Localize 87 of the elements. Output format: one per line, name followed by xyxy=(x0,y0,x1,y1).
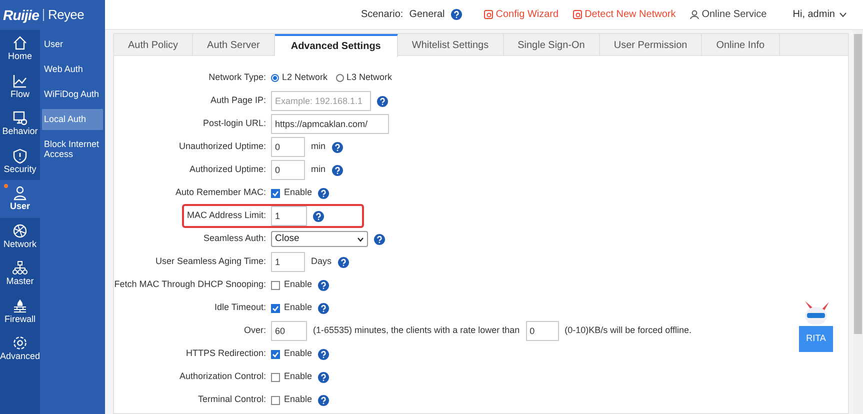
tab[interactable]: Auth Policy xyxy=(114,34,194,56)
field-label: MAC Address Limit: xyxy=(186,209,267,222)
input-field[interactable]: 1 xyxy=(271,206,307,226)
nav-item[interactable]: Network xyxy=(0,218,40,255)
chevron-down-icon xyxy=(839,12,847,18)
chevron-down-icon xyxy=(357,236,364,242)
brand-logo: Reyee xyxy=(48,6,84,24)
firewall-icon xyxy=(12,298,28,314)
unit-label: min xyxy=(311,163,326,176)
field-label: Authorized Uptime: xyxy=(188,163,267,176)
unit-label: min xyxy=(311,140,326,154)
field-label: User Seamless Aging Time: xyxy=(154,255,267,268)
field-label: Unauthorized Uptime: xyxy=(178,140,267,154)
brand-logo: Ruijie xyxy=(3,6,40,25)
alert-icon xyxy=(484,10,493,19)
input-field[interactable]: 1 xyxy=(271,252,305,272)
input-field[interactable]: https://apmcaklan.com/ xyxy=(271,114,389,134)
field-label: Seamless Auth: xyxy=(202,232,267,246)
checkbox[interactable] xyxy=(271,350,280,358)
tab[interactable]: Online Info xyxy=(702,34,780,56)
submenu-item[interactable]: User xyxy=(42,34,103,55)
checkbox-label: Enable xyxy=(284,278,312,292)
checkbox[interactable] xyxy=(271,396,280,404)
header-link[interactable]: Config Wizard xyxy=(484,7,559,22)
input-field[interactable]: 60 xyxy=(271,321,307,341)
nav-item[interactable]: Flow xyxy=(0,68,40,105)
unit-label: Days xyxy=(311,255,332,268)
checkbox-label: Enable xyxy=(284,393,312,406)
line-chart-icon xyxy=(12,72,28,89)
radio-option[interactable]: L2 Network xyxy=(271,71,328,85)
nav-item[interactable]: Behavior xyxy=(0,105,40,142)
checkbox-label: Enable xyxy=(284,347,312,360)
settings-icon xyxy=(12,335,28,352)
field-label: Idle Timeout: xyxy=(213,301,267,314)
input-field[interactable]: Example: 192.168.1.1 xyxy=(271,91,371,111)
nav-item[interactable]: Home xyxy=(0,30,40,68)
header-link[interactable]: Online Service xyxy=(690,7,767,22)
nav-item[interactable]: Advanced xyxy=(0,330,40,368)
monitor-icon xyxy=(12,110,28,126)
field-label: Terminal Control: xyxy=(196,393,267,406)
nav-item[interactable]: Firewall xyxy=(0,292,40,330)
checkbox[interactable] xyxy=(271,280,280,290)
field-hint: (1-65535) minutes, the clients with a rate lower than xyxy=(313,324,520,338)
checkbox[interactable] xyxy=(271,304,280,312)
scenario-label: Scenario: xyxy=(360,8,404,22)
submenu-item[interactable]: Block Internet Access xyxy=(42,134,103,164)
person-icon xyxy=(12,185,28,202)
globe-icon xyxy=(12,222,28,239)
tab[interactable]: Single Sign-On xyxy=(504,34,600,56)
field-label: Auto Remember MAC: xyxy=(174,186,267,200)
field-label: Authorization Control: xyxy=(178,370,267,384)
field-label: Auth Page IP: xyxy=(209,94,267,108)
dropdown[interactable]: Close xyxy=(271,231,368,247)
field-label: Network Type: xyxy=(208,71,267,84)
nav-item[interactable]: Master xyxy=(0,255,40,292)
radio-option[interactable]: L3 Network xyxy=(336,71,392,85)
field-label: HTTPS Redirection: xyxy=(184,347,267,360)
input-field[interactable]: 0 xyxy=(271,137,305,157)
input-field[interactable]: 0 xyxy=(271,160,305,180)
field-hint: (0-10)KB/s will be forced offline. xyxy=(564,324,692,338)
shield-icon xyxy=(12,148,28,164)
tab[interactable]: Whitelist Settings xyxy=(398,34,504,56)
network-tree-icon xyxy=(12,260,28,276)
checkbox[interactable] xyxy=(271,188,280,198)
checkbox-label: Enable xyxy=(284,301,312,314)
scrollbar[interactable] xyxy=(853,30,863,414)
field-label: Post-login URL: xyxy=(202,117,267,130)
person-icon xyxy=(690,10,699,19)
tab[interactable]: User Permission xyxy=(600,34,702,56)
nav-item[interactable]: User xyxy=(0,180,40,218)
help-icon xyxy=(450,9,462,20)
home-icon xyxy=(12,35,28,52)
submenu-item[interactable]: Web Auth xyxy=(42,59,103,80)
alert-icon xyxy=(572,10,582,19)
user-menu[interactable]: Hi, admin xyxy=(792,7,847,22)
field-label: Fetch MAC Through DHCP Snooping: xyxy=(114,278,267,292)
header-link[interactable]: Detect New Network xyxy=(572,7,676,22)
checkbox-label: Enable xyxy=(284,370,312,384)
checkbox[interactable] xyxy=(271,372,280,382)
field-label: Over: xyxy=(242,324,267,338)
input-field[interactable]: 0 xyxy=(526,321,559,341)
scenario-value: General xyxy=(409,8,445,22)
nav-item[interactable]: Security xyxy=(0,142,40,180)
submenu-item[interactable]: WiFiDog Auth xyxy=(42,84,103,105)
submenu-item[interactable]: Local Auth xyxy=(42,109,103,130)
tab[interactable]: Advanced Settings xyxy=(274,34,398,57)
checkbox-label: Enable xyxy=(284,186,312,200)
